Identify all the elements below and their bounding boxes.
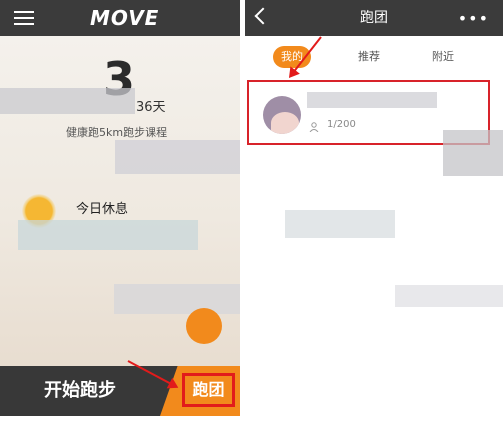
- home-body: 3 36天 健康跑5km跑步课程 今日休息: [0, 36, 240, 366]
- run-team-button[interactable]: 跑团: [182, 373, 235, 407]
- top-bar: 跑团 •••: [245, 0, 503, 36]
- course-title[interactable]: 健康跑5km跑步课程: [66, 124, 167, 140]
- blurred-area: [0, 88, 135, 114]
- days-label: 36天: [136, 100, 166, 115]
- top-bar: MOVE: [0, 0, 240, 36]
- tab-recommended[interactable]: 推荐: [349, 46, 389, 68]
- member-count: 1/200: [327, 119, 356, 130]
- blurred-area: [115, 140, 240, 174]
- start-run-button[interactable]: 开始跑步: [0, 366, 160, 416]
- more-icon[interactable]: •••: [458, 9, 489, 28]
- rest-label: 今日休息: [76, 202, 129, 217]
- tab-bar: 我的 推荐 附近: [245, 36, 503, 78]
- right-screen: 跑团 ••• 我的 推荐 附近 1/200: [245, 0, 503, 416]
- blurred-area: [395, 285, 503, 307]
- blurred-team-name: [307, 92, 437, 108]
- avatar: [263, 96, 301, 134]
- members-icon: [309, 122, 319, 132]
- orange-float-button[interactable]: [186, 308, 222, 344]
- blurred-area: [18, 220, 198, 250]
- tab-nearby[interactable]: 附近: [423, 46, 463, 68]
- app-logo: MOVE: [90, 6, 160, 30]
- blurred-area: [443, 130, 503, 176]
- left-screen: MOVE 3 36天 健康跑5km跑步课程 今日休息 开始跑步 跑团: [0, 0, 240, 416]
- menu-icon[interactable]: [14, 11, 34, 25]
- blurred-area: [285, 210, 395, 238]
- blurred-area: [114, 284, 240, 314]
